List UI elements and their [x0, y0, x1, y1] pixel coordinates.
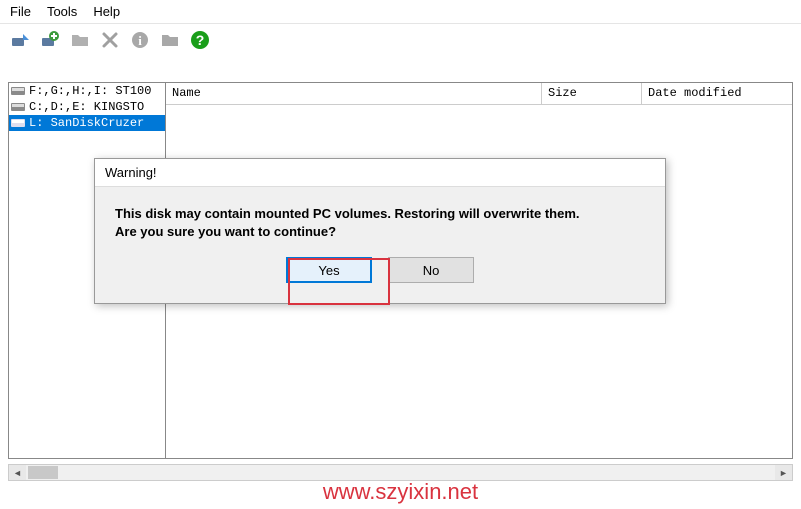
scroll-right-icon[interactable]: ► [775, 465, 792, 480]
scroll-left-icon[interactable]: ◄ [9, 465, 26, 480]
sidebar-item-label: C:,D:,E: KINGSTO [29, 100, 144, 114]
column-name[interactable]: Name [166, 83, 542, 104]
folder-open-icon[interactable] [160, 30, 180, 50]
table-header: Name Size Date modified [166, 83, 792, 105]
dialog-message: This disk may contain mounted PC volumes… [95, 187, 665, 251]
no-button[interactable]: No [388, 257, 474, 283]
read-disk-icon[interactable] [10, 30, 30, 50]
svg-text:?: ? [196, 32, 205, 48]
scroll-thumb[interactable] [28, 466, 58, 479]
disk-icon [11, 118, 25, 128]
column-date[interactable]: Date modified [642, 83, 792, 104]
horizontal-scrollbar[interactable]: ◄ ► [8, 464, 793, 481]
menubar: File Tools Help [0, 0, 801, 24]
sidebar-item-drive[interactable]: C:,D:,E: KINGSTO [9, 99, 165, 115]
column-size[interactable]: Size [542, 83, 642, 104]
delete-icon[interactable] [100, 30, 120, 50]
folder-icon[interactable] [70, 30, 90, 50]
warning-dialog: Warning! This disk may contain mounted P… [94, 158, 666, 304]
dialog-message-line: Are you sure you want to continue? [115, 223, 645, 241]
sidebar-item-drive[interactable]: F:,G:,H:,I: ST100 [9, 83, 165, 99]
write-disk-icon[interactable] [40, 30, 60, 50]
disk-icon [11, 86, 25, 96]
menu-file[interactable]: File [10, 4, 31, 19]
menu-help[interactable]: Help [93, 4, 120, 19]
yes-button[interactable]: Yes [286, 257, 372, 283]
menu-tools[interactable]: Tools [47, 4, 77, 19]
toolbar: i ? [0, 24, 801, 56]
svg-text:i: i [138, 33, 142, 48]
info-icon[interactable]: i [130, 30, 150, 50]
dialog-message-line: This disk may contain mounted PC volumes… [115, 205, 645, 223]
sidebar-item-label: F:,G:,H:,I: ST100 [29, 84, 151, 98]
dialog-title: Warning! [95, 159, 665, 187]
disk-icon [11, 102, 25, 112]
sidebar-item-drive[interactable]: L: SanDiskCruzer [9, 115, 165, 131]
sidebar-item-label: L: SanDiskCruzer [29, 116, 144, 130]
dialog-buttons: Yes No [95, 251, 665, 295]
watermark-footer: www.szyixin.net [323, 479, 478, 505]
help-icon[interactable]: ? [190, 30, 210, 50]
